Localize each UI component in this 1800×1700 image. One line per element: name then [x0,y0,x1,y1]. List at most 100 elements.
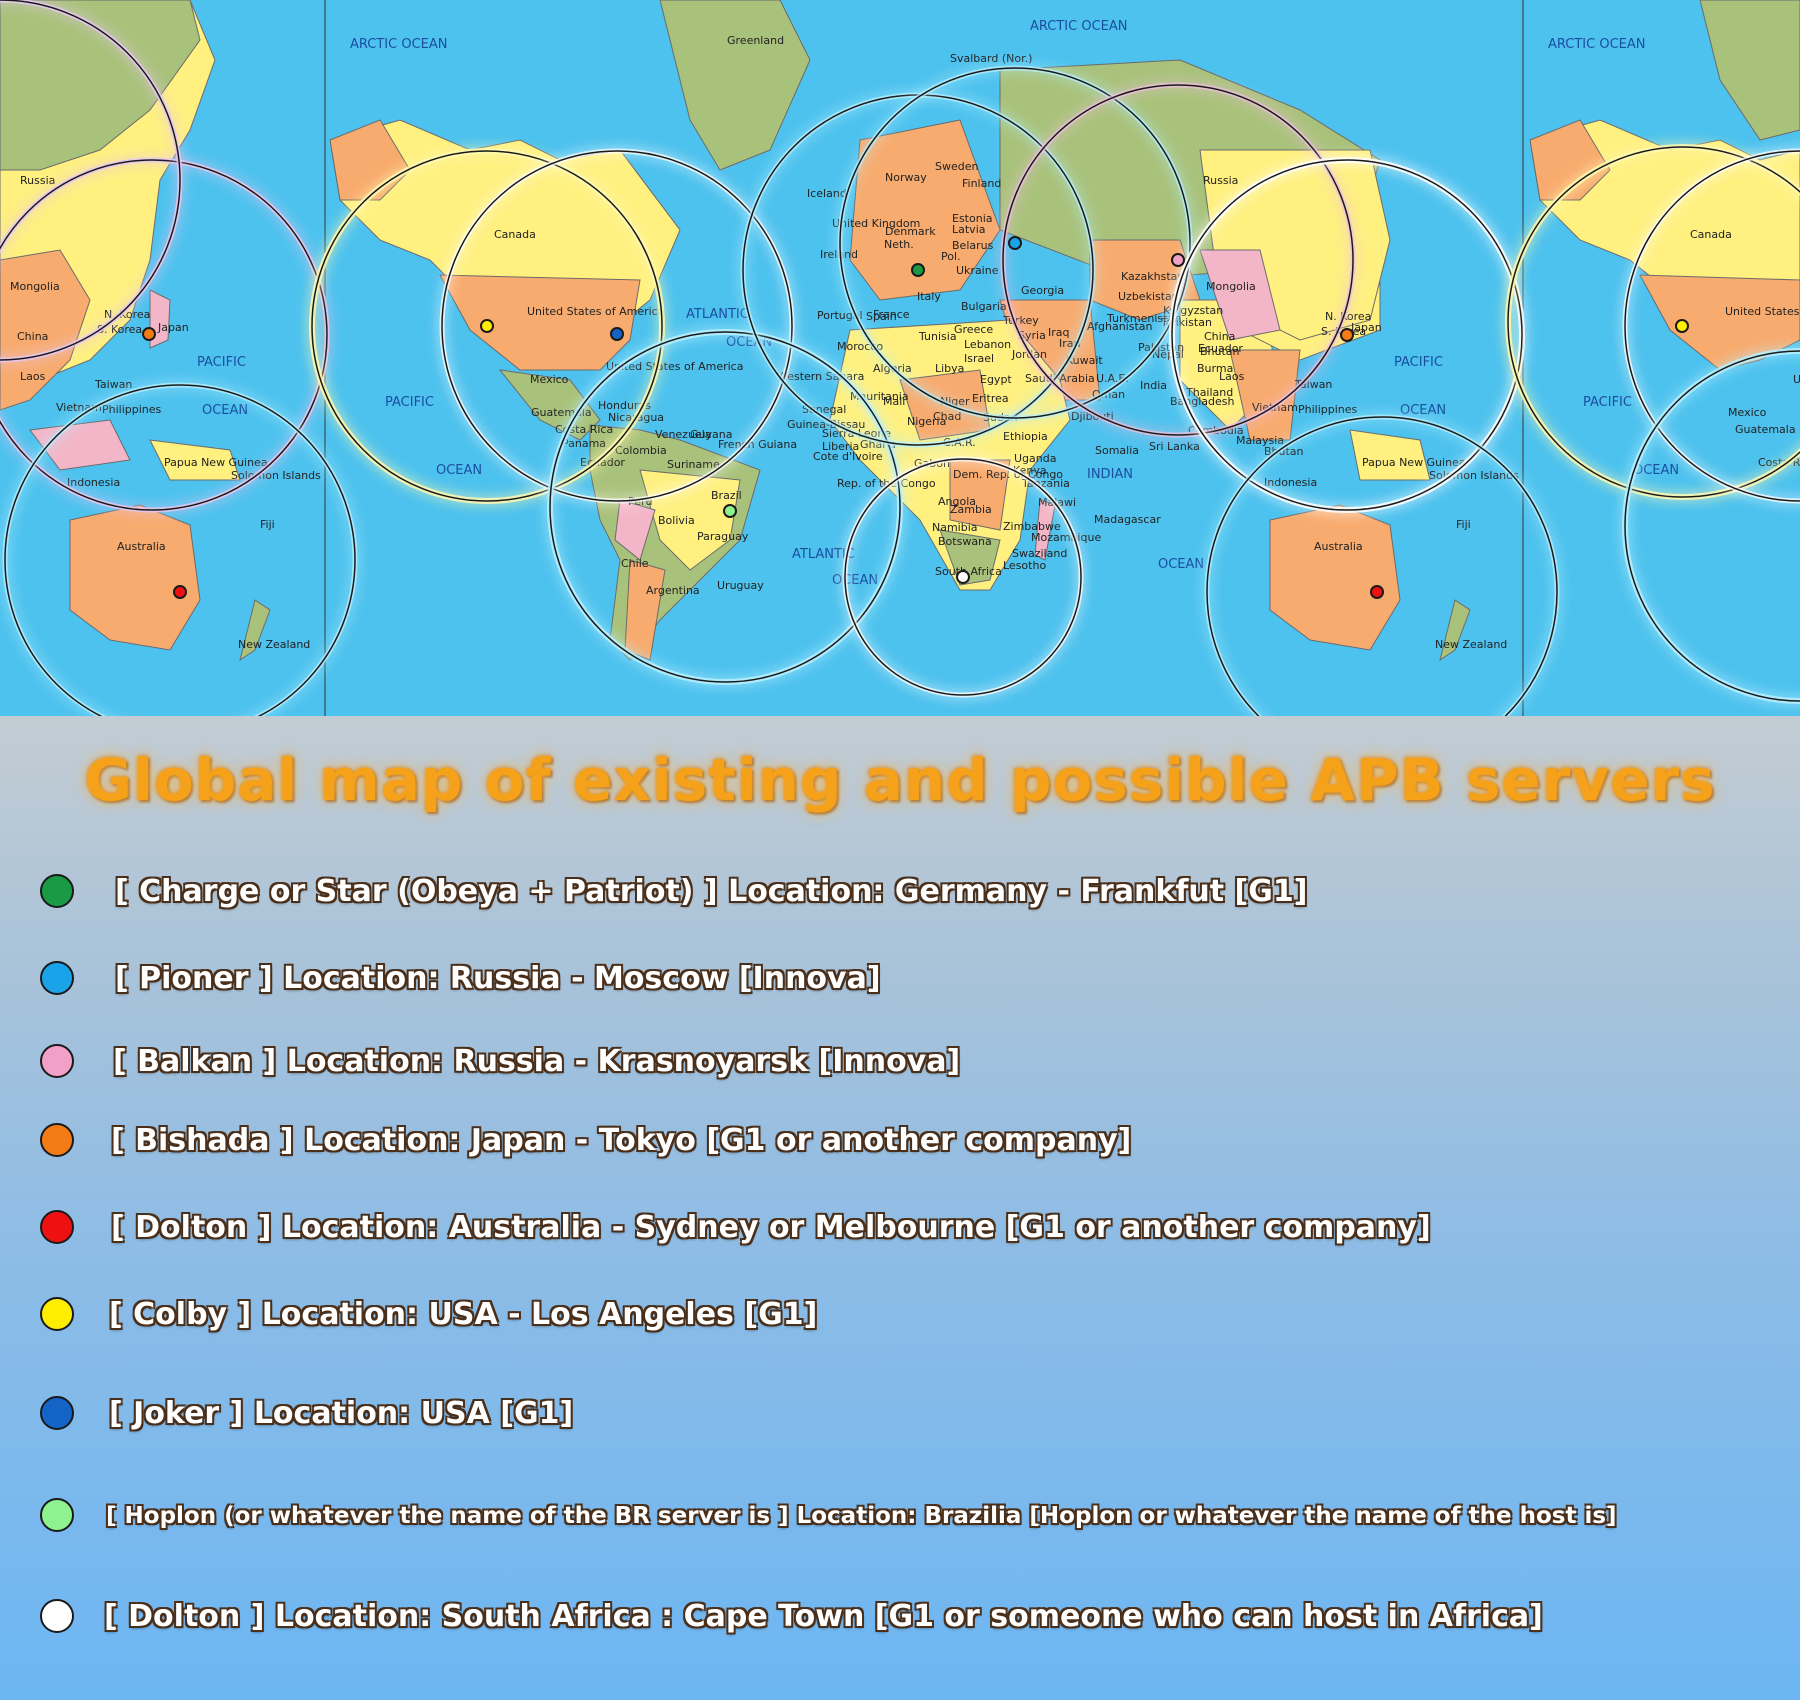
server-color-dot [40,1210,74,1244]
server-marker-cape-town [956,570,970,584]
country-label: United States of America [1725,305,1800,318]
country-label: Fiji [260,518,275,531]
country-label: Bulgaria [961,300,1007,313]
country-label: Sri Lanka [1149,440,1200,453]
country-label: Panama [562,437,606,450]
country-label: Nigeria [907,415,946,428]
country-label: Sweden [935,160,978,173]
country-label: Laos [20,370,46,383]
country-label: Mexico [1728,406,1767,419]
country-label: Georgia [1021,284,1064,297]
ocean-label: OCEAN [1400,403,1446,418]
server-color-dot [40,1044,74,1078]
server-marker-los-angeles [480,319,494,333]
server-marker-frankfurt [911,263,925,277]
country-label: Greece [954,323,993,336]
country-label: Nepal [1152,348,1184,361]
legend-label: [ Hoplon (or whatever the name of the BR… [106,1503,1617,1529]
country-label: Ecuador [1198,342,1243,355]
legend-label: [ Colby ] Location: USA - Los Angeles [G… [109,1297,818,1332]
country-label: Argentina [646,584,700,597]
server-marker-moscow [1008,236,1022,250]
country-label: Indonesia [67,476,120,489]
country-label: Brazil [711,489,742,502]
country-label: United States of America [1793,373,1800,386]
server-color-dot [40,961,74,995]
ocean-label: PACIFIC [197,355,246,370]
ocean-label: PACIFIC [385,395,434,410]
country-label: Libya [935,362,964,375]
country-label: Uruguay [717,579,764,592]
server-color-dot [40,1123,74,1157]
legend-row: [ Dolton ] Location: Australia - Sydney … [0,1198,1800,1258]
country-label: Taiwan [94,378,132,391]
country-label: Mongolia [1206,280,1256,293]
country-label: Uganda [1014,452,1056,465]
country-label: Somalia [1095,444,1139,457]
ocean-label: INDIAN [1087,467,1133,482]
country-label: Latvia [952,223,986,236]
country-label: Iceland [807,187,847,200]
server-marker-usa [610,327,624,341]
ocean-label: PACIFIC [1583,395,1632,410]
country-label: Angola [938,495,976,508]
ocean-label: ATLANTIC [686,307,749,322]
country-label: Mexico [530,373,569,386]
country-label: Ukraine [956,264,999,277]
country-label: Indonesia [1264,476,1317,489]
country-label: Canada [1690,228,1732,241]
country-label: China [17,330,48,343]
server-color-dot [40,1297,74,1331]
server-color-dot [40,874,74,908]
legend-row: [ Pioner ] Location: Russia - Moscow [In… [0,949,1800,1009]
country-label: Italy [917,290,941,303]
country-label: Ethiopia [1003,430,1048,443]
country-label: French Guiana [718,438,797,451]
country-label: Eritrea [972,392,1009,405]
country-label: Japan [1350,321,1382,334]
country-label: Russia [20,174,55,187]
country-label: Solomon Islands [231,469,321,482]
legend-label: [ Bishada ] Location: Japan - Tokyo [G1 … [111,1123,1132,1158]
country-label: Paraguay [697,530,749,543]
legend-label: [ Pioner ] Location: Russia - Moscow [In… [115,961,881,996]
country-label: Madagascar [1094,513,1161,526]
country-label: Philippines [1298,403,1358,416]
server-color-dot [40,1396,74,1430]
country-label: Spain [866,310,897,323]
legend-label: [ Joker ] Location: USA [G1] [109,1396,574,1431]
country-label: New Zealand [1435,638,1507,651]
server-color-dot [40,1599,74,1633]
country-label: Greenland [727,34,784,47]
country-label: Lesotho [1003,559,1046,572]
legend-label: [ Charge or Star (Obeya + Patriot) ] Loc… [115,874,1308,909]
country-label: Israel [964,352,994,365]
ocean-label: PACIFIC [1394,355,1443,370]
country-label: Japan [157,321,189,334]
country-label: Guatemala [1735,423,1796,436]
country-label: Lebanon [964,338,1011,351]
legend-label: [ Balkan ] Location: Russia - Krasnoyars… [113,1044,961,1079]
country-label: Denmark [885,225,936,238]
country-label: Mongolia [10,280,60,293]
country-label: Australia [1314,540,1363,553]
country-label: Bolivia [658,514,695,527]
ocean-label: ARCTIC OCEAN [1548,37,1645,52]
server-marker-tokyo [142,327,156,341]
legend-row: [ Charge or Star (Obeya + Patriot) ] Loc… [0,862,1800,922]
country-label: Papua New Guinea [164,456,268,469]
server-marker-melbourne [1370,585,1384,599]
ocean-label: OCEAN [1633,463,1679,478]
country-label: Turkey [1002,314,1039,327]
country-label: Belarus [952,239,994,252]
country-label: Uzbekistan [1118,290,1179,303]
legend-panel: Global map of existing and possible APB … [0,716,1800,1700]
ocean-label: OCEAN [436,463,482,478]
country-label: Australia [117,540,166,553]
country-label: Kazakhstan [1121,270,1184,283]
country-label: United States of America [527,305,664,318]
country-label: Cote d'Ivoire [813,450,883,463]
server-marker-tokyo [1340,328,1354,342]
legend-row: [ Hoplon (or whatever the name of the BR… [0,1486,1800,1546]
world-map: ARCTIC OCEAN ARCTIC OCEAN ARCTIC OCEAN P… [0,0,1800,716]
